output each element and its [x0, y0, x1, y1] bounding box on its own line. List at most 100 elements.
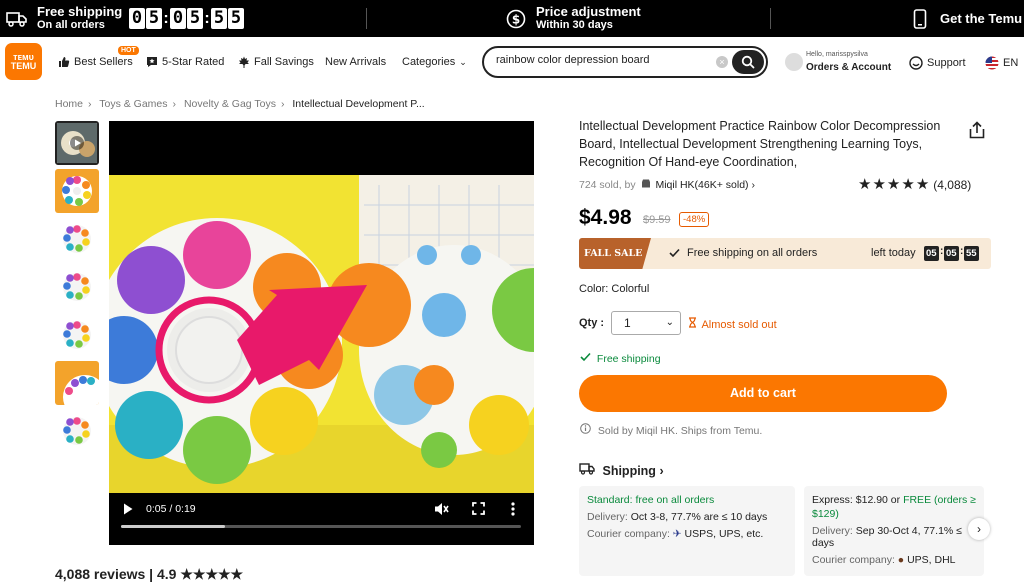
play-icon[interactable]	[123, 503, 133, 515]
left-timer-minutes: 05	[944, 246, 959, 261]
search-input[interactable]	[496, 54, 716, 66]
left-timer-hours: 05	[924, 246, 939, 261]
account-greeting: Hello, marisspysilva	[806, 51, 868, 58]
timer-digit: 5	[228, 8, 244, 29]
express-couriers: UPS, DHL	[907, 554, 956, 566]
product-thumbnail	[55, 217, 99, 261]
search-bar: ×	[482, 46, 768, 78]
nav-new-arrivals[interactable]: New Arrivals	[325, 56, 386, 68]
check-icon	[669, 248, 680, 258]
thumbnail-image[interactable]	[55, 169, 99, 213]
more-options-icon[interactable]	[511, 502, 515, 516]
express-delivery-row: Delivery: Sep 30-Oct 4, 77.1% ≤	[812, 523, 976, 540]
thumbnail-video[interactable]	[55, 121, 99, 165]
timer-digit: 5	[187, 8, 203, 29]
video-time: 0:05 / 0:19	[146, 503, 196, 515]
free-shipping-note: Free shipping	[580, 352, 661, 365]
store-icon	[641, 179, 650, 188]
fullscreen-icon[interactable]	[472, 502, 485, 515]
sale-free-shipping: Free shipping on all orders	[687, 247, 818, 259]
current-price: $4.98	[579, 206, 632, 229]
truck-icon	[579, 463, 595, 475]
get-app-promo[interactable]: Get the Temu	[913, 0, 1022, 37]
breadcrumb-home[interactable]: Home	[55, 98, 83, 110]
express-price: Express: $12.90 or	[812, 494, 901, 506]
us-flag-icon	[985, 56, 999, 70]
rating-summary[interactable]: ★ ★ ★ ★ ★ (4,088)	[858, 177, 971, 192]
standard-shipping-title: Standard: free on all orders	[587, 494, 715, 506]
express-shipping-card: Express: $12.90 or FREE (orders ≥ $129) …	[804, 486, 984, 576]
add-to-cart-button[interactable]: Add to cart	[579, 375, 947, 412]
store-link[interactable]: Miqil HK(46K+ sold)	[655, 179, 748, 191]
left-timer-seconds: 55	[964, 246, 979, 261]
nav-five-star-rated[interactable]: 5-Star Rated	[146, 56, 224, 68]
temu-logo[interactable]: ᴛᴇᴍᴜ TEMU	[5, 43, 42, 80]
language-selector[interactable]: EN	[985, 56, 1018, 70]
breadcrumb-separator: ›	[280, 98, 285, 110]
countdown-timer: 05:05:55	[129, 0, 245, 37]
qty-label: Qty :	[579, 317, 605, 329]
thumbnail-image[interactable]	[55, 265, 99, 309]
free-shipping-subtitle: On all orders	[37, 19, 105, 31]
chevron-down-icon: ⌄	[459, 56, 467, 67]
star-icon: ★	[872, 176, 886, 193]
usps-logo-icon: ✈	[672, 528, 682, 540]
avatar	[785, 53, 803, 71]
shipping-heading-label: Shipping	[602, 464, 656, 478]
mute-icon[interactable]	[434, 502, 449, 516]
video-thumbnail-image	[57, 123, 97, 163]
ups-logo-icon: ●	[897, 554, 905, 566]
price-adjustment-title: Price adjustment	[536, 4, 641, 19]
courier-label: Courier company:	[587, 528, 670, 540]
nav-fall-savings-label: Fall Savings	[254, 56, 314, 68]
orders-account-label: Orders & Account	[806, 62, 892, 73]
sold-by-note: Sold by Miqil HK. Ships from Temu.	[580, 423, 762, 437]
free-shipping-promo[interactable]: Free shipping On all orders	[6, 0, 122, 37]
nav-fall-savings[interactable]: Fall Savings	[238, 56, 314, 68]
express-courier-row: Courier company: ● UPS, DHL	[812, 552, 976, 569]
nav-best-sellers[interactable]: Best Sellers	[58, 56, 133, 68]
support-link[interactable]: Support	[909, 56, 966, 70]
thumbnail-image[interactable]	[55, 217, 99, 261]
thumbnail-image[interactable]	[55, 313, 99, 357]
courier-label: Courier company:	[812, 554, 895, 566]
logo-text: TEMU	[10, 61, 37, 71]
video-frame	[109, 175, 534, 493]
star-icon: ★	[858, 176, 872, 193]
shipping-next-arrow-icon[interactable]: ›	[968, 518, 990, 540]
timer-digit: 0	[129, 8, 145, 29]
star-icon: ★	[886, 176, 901, 193]
product-thumbnail	[55, 313, 99, 357]
search-button[interactable]	[732, 50, 764, 74]
maple-leaf-icon	[239, 56, 249, 68]
star-chat-icon	[147, 57, 157, 67]
nav-best-sellers-label: Best Sellers	[74, 56, 133, 68]
breadcrumb-novelty[interactable]: Novelty & Gag Toys	[184, 98, 276, 110]
reviews-summary-partial[interactable]: 4,088 reviews | 4.9 ★★★★★	[55, 566, 243, 583]
price-adjustment-promo[interactable]: $ Price adjustment Within 30 days	[506, 0, 641, 37]
product-title: Intellectual Development Practice Rainbo…	[579, 119, 941, 169]
shipping-heading[interactable]: Shipping ›	[579, 462, 664, 478]
chevron-right-icon: ›	[751, 179, 755, 191]
product-thumbnail	[55, 169, 99, 213]
clear-search-icon[interactable]: ×	[716, 56, 728, 68]
breadcrumb-current: Intellectual Development P...	[292, 98, 425, 110]
chevron-right-icon: ›	[659, 464, 664, 478]
chevron-down-icon: ⌄	[665, 317, 674, 328]
share-icon[interactable]	[968, 121, 986, 139]
info-icon	[580, 423, 591, 434]
standard-shipping-card: Standard: free on all orders Delivery: O…	[579, 486, 795, 576]
fall-sale-banner: FALL SALE Free shipping on all orders le…	[579, 238, 991, 269]
breadcrumb-toys-games[interactable]: Toys & Games	[99, 98, 167, 110]
thumbnail-image[interactable]	[55, 409, 99, 453]
original-price: $9.59	[643, 214, 671, 226]
get-app-label: Get the Temu	[940, 10, 1023, 26]
product-video-player[interactable]: 0:05 / 0:19	[109, 121, 534, 545]
nav-categories[interactable]: Categories ⌄	[402, 56, 467, 68]
express-delivery-value: Sep 30-Oct 4, 77.1% ≤	[855, 525, 962, 537]
thumbnail-image[interactable]	[55, 361, 99, 405]
quantity-select[interactable]: 1 ⌄	[611, 311, 681, 335]
timer-colon: :	[940, 246, 944, 257]
promo-bar: Free shipping On all orders 05:05:55 $ P…	[0, 0, 1024, 37]
support-label: Support	[927, 57, 966, 69]
